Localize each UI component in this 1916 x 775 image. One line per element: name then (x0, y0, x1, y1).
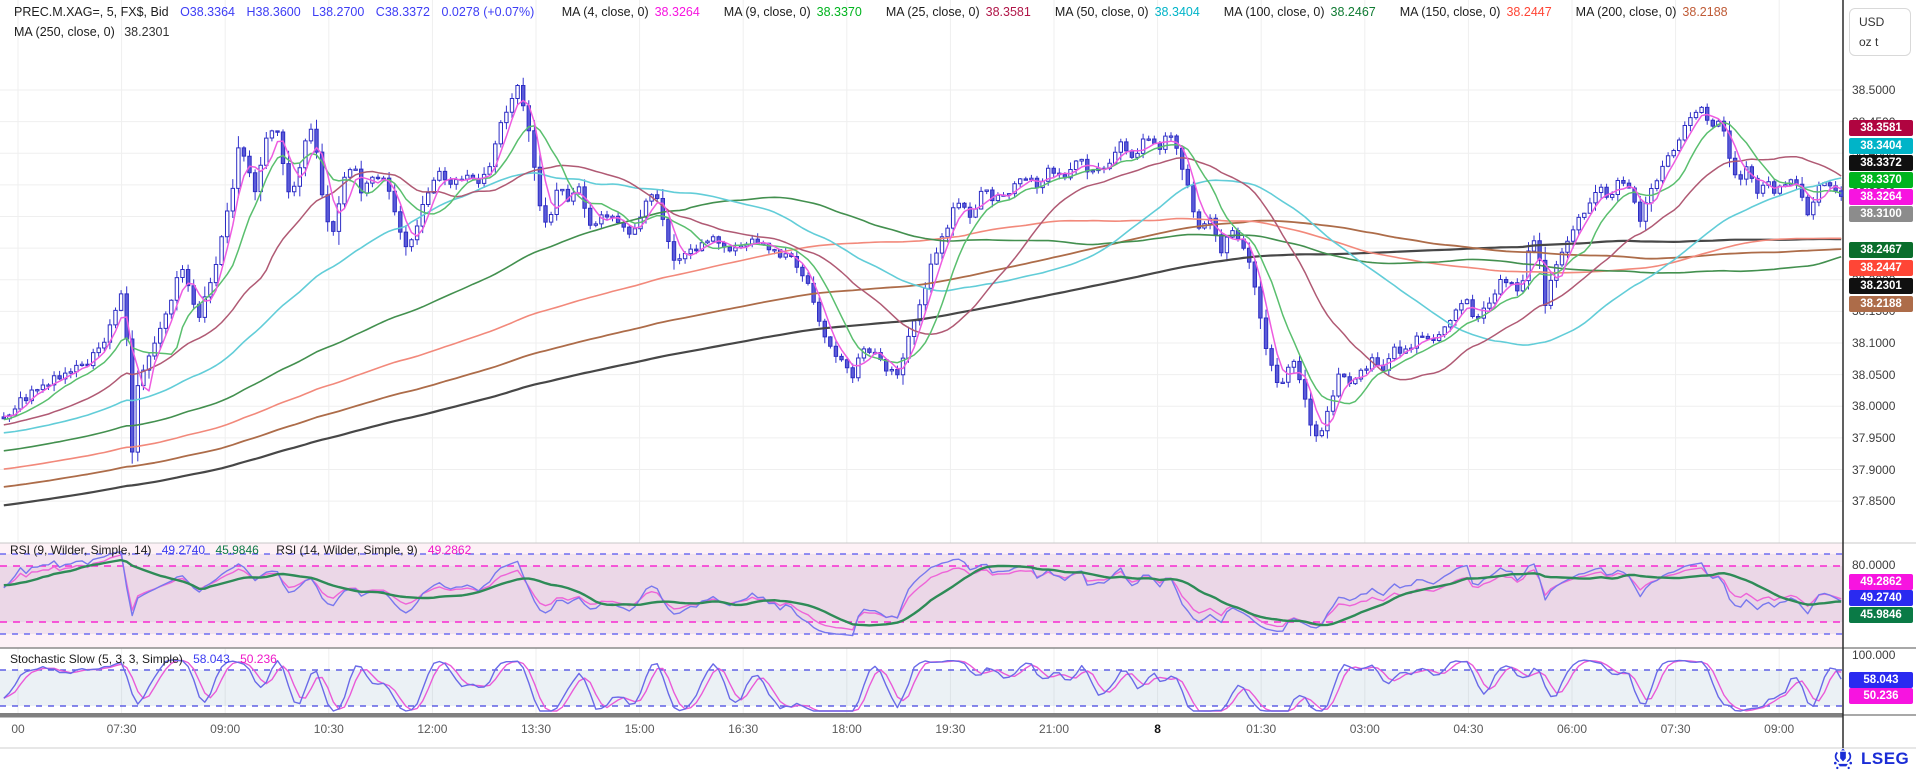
ma-legend-label: MA (150, close, 0) (1400, 5, 1501, 19)
time-label: 13:30 (504, 722, 568, 736)
price-badge: 38.3370 (1849, 172, 1913, 188)
price-badge: 38.3100 (1849, 206, 1913, 222)
price-badge: 38.2447 (1849, 260, 1913, 276)
time-label: 21:00 (1022, 722, 1086, 736)
ma250-label: MA (250, close, 0) (14, 25, 115, 39)
ma-legend-value: 38.3581 (986, 5, 1031, 19)
ma-legend-item: MA (25, close, 0) 38.3581 (886, 5, 1031, 19)
time-label: 8 (1126, 722, 1190, 736)
price-badge: 38.3372 (1849, 155, 1913, 171)
time-label: 18:00 (815, 722, 879, 736)
ohlc-open: O38.3364 (180, 5, 235, 19)
time-label: 03:00 (1333, 722, 1397, 736)
chart-window: PREC.M.XAG=, 5, FX$, Bid O38.3364 H38.36… (0, 0, 1916, 775)
instrument-title: PREC.M.XAG=, 5, FX$, Bid (14, 5, 169, 19)
price-chart-canvas[interactable] (0, 0, 1916, 775)
time-label: 01:30 (1229, 722, 1293, 736)
price-tick-label: 38.1000 (1852, 336, 1914, 350)
rsi-axis-80-label: 80.0000 (1852, 558, 1895, 572)
time-label: 09:00 (193, 722, 257, 736)
time-label: 15:00 (608, 722, 672, 736)
rsi-badge: 49.2740 (1849, 590, 1913, 606)
rsi9-value: 49.2740 (162, 543, 205, 557)
ma250-value: 38.2301 (124, 25, 169, 39)
ma-legend-label: MA (200, close, 0) (1576, 5, 1677, 19)
price-badge: 38.2188 (1849, 296, 1913, 312)
time-label: 16:30 (711, 722, 775, 736)
chart-header-row2: MA (250, close, 0) 38.2301 (14, 25, 169, 39)
time-label: 04:30 (1436, 722, 1500, 736)
price-badge: 38.3404 (1849, 138, 1913, 154)
time-label: 19:30 (918, 722, 982, 736)
price-badge: 38.2301 (1849, 278, 1913, 294)
time-label: 07:30 (90, 722, 154, 736)
price-tick-label: 38.5000 (1852, 83, 1914, 97)
ma-legend-value: 38.3264 (655, 5, 700, 19)
price-badge: 38.3581 (1849, 120, 1913, 136)
rsi14-value: 49.2862 (428, 543, 471, 557)
price-badge: 38.2467 (1849, 242, 1913, 258)
time-label: 10:30 (297, 722, 361, 736)
ma-legend-item: MA (150, close, 0) 38.2447 (1400, 5, 1552, 19)
ma-legend-item: MA (100, close, 0) 38.2467 (1224, 5, 1376, 19)
rsi-legend: RSI (9, Wilder, Simple, 14) 49.2740 45.9… (10, 543, 471, 557)
time-label: 00 (0, 722, 50, 736)
stochastic-k-value: 58.043 (193, 652, 230, 666)
stochastic-badge: 50.236 (1849, 688, 1913, 704)
unit-box: USD oz t (1849, 8, 1911, 56)
time-label: 09:00 (1747, 722, 1811, 736)
ma-legend-item: MA (9, close, 0) 38.3370 (724, 5, 862, 19)
ma-legend-value: 38.3370 (817, 5, 862, 19)
ohlc-change: 0.0278 (+0.07%) (442, 5, 535, 19)
price-tick-label: 38.0500 (1852, 368, 1914, 382)
ma-legend-value: 38.2188 (1682, 5, 1727, 19)
ohlc-close: C38.3372 (376, 5, 430, 19)
ma-legend-item: MA (200, close, 0) 38.2188 (1576, 5, 1728, 19)
unit-measure: oz t (1859, 35, 1878, 49)
price-badge: 38.3264 (1849, 189, 1913, 205)
rsi9-avg-value: 45.9846 (215, 543, 258, 557)
lseg-wordmark: LSEG (1861, 749, 1909, 769)
time-label: 06:00 (1540, 722, 1604, 736)
ma-legend-label: MA (100, close, 0) (1224, 5, 1325, 19)
chart-header-row1: PREC.M.XAG=, 5, FX$, Bid O38.3364 H38.36… (14, 5, 1728, 19)
ma-legend-value: 38.2467 (1331, 5, 1376, 19)
ohlc-high: H38.3600 (246, 5, 300, 19)
price-tick-label: 38.0000 (1852, 399, 1914, 413)
ma-legend-item: MA (50, close, 0) 38.3404 (1055, 5, 1200, 19)
rsi-badge: 49.2862 (1849, 574, 1913, 590)
lseg-logo: LSEG (1830, 747, 1909, 771)
ma-legend-item: MA (4, close, 0) 38.3264 (562, 5, 700, 19)
ma-legend-label: MA (50, close, 0) (1055, 5, 1149, 19)
lseg-crest-icon (1830, 747, 1856, 771)
ohlc-low: L38.2700 (312, 5, 364, 19)
time-label: 07:30 (1644, 722, 1708, 736)
ma-legend-value: 38.2447 (1506, 5, 1551, 19)
ma-legend-label: MA (4, close, 0) (562, 5, 649, 19)
price-tick-label: 37.9500 (1852, 431, 1914, 445)
price-tick-label: 37.8500 (1852, 494, 1914, 508)
rsi-badge: 45.9846 (1849, 607, 1913, 623)
rsi14-label: RSI (14, Wilder, Simple, 9) (276, 543, 417, 557)
stochastic-badge: 58.043 (1849, 672, 1913, 688)
ma-legend-row: MA (4, close, 0) 38.3264 MA (9, close, 0) 3… (538, 5, 1728, 19)
ma-legend-value: 38.3404 (1155, 5, 1200, 19)
stochastic-legend: Stochastic Slow (5, 3, 3, Simple) 58.043… (10, 652, 277, 666)
time-label: 12:00 (400, 722, 464, 736)
price-tick-label: 37.9000 (1852, 463, 1914, 477)
stochastic-d-value: 50.236 (240, 652, 277, 666)
stochastic-axis-100-label: 100.000 (1852, 648, 1895, 662)
stochastic-label: Stochastic Slow (5, 3, 3, Simple) (10, 652, 183, 666)
ma-legend-label: MA (25, close, 0) (886, 5, 980, 19)
unit-currency: USD (1859, 15, 1884, 29)
rsi9-label: RSI (9, Wilder, Simple, 14) (10, 543, 151, 557)
ma-legend-label: MA (9, close, 0) (724, 5, 811, 19)
